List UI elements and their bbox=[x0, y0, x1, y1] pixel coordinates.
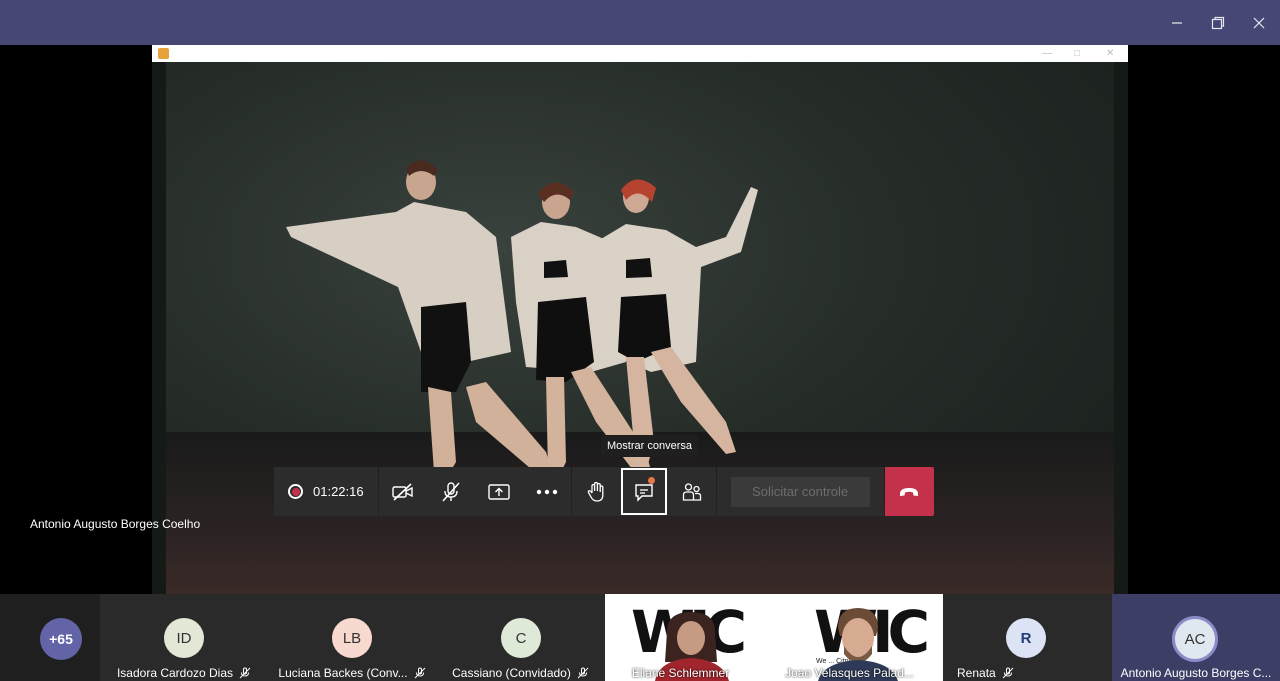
raise-hand-button[interactable] bbox=[572, 467, 620, 516]
chat-tooltip: Mostrar conversa bbox=[601, 435, 698, 457]
show-conversation-button[interactable] bbox=[620, 467, 668, 516]
participant-name: Isadora Cardozo Dias bbox=[100, 666, 268, 680]
control-request-segment: Solicitar controle bbox=[716, 467, 884, 516]
shared-window-titlebar: — □ ✕ bbox=[152, 45, 1128, 62]
recording-segment: 01:22:16 bbox=[274, 467, 378, 516]
avatar: AC bbox=[1172, 616, 1218, 662]
show-participants-button[interactable] bbox=[668, 467, 716, 516]
shared-maximize-icon: □ bbox=[1074, 48, 1081, 59]
hang-up-icon bbox=[900, 487, 919, 496]
more-actions-button[interactable] bbox=[523, 467, 571, 516]
participant-strip: +65 ID Isadora Cardozo Dias LB Luciana B… bbox=[0, 594, 1280, 681]
participant-name: Luciana Backes (Conv... bbox=[268, 666, 436, 680]
recording-indicator: 01:22:16 bbox=[274, 484, 378, 499]
camera-toggle-button[interactable] bbox=[379, 467, 427, 516]
participants-icon bbox=[682, 482, 701, 501]
avatar: ID bbox=[164, 618, 204, 658]
hang-up-button[interactable] bbox=[884, 467, 934, 516]
media-controls bbox=[378, 467, 571, 516]
shared-minimize-icon: — bbox=[1042, 48, 1052, 59]
participant-tile[interactable]: ID Isadora Cardozo Dias bbox=[100, 594, 268, 681]
mic-off-icon bbox=[1002, 667, 1014, 679]
participant-video-tile[interactable]: WIC Eliane Schlemmer bbox=[605, 594, 774, 681]
mic-off-icon bbox=[414, 667, 425, 679]
avatar: R bbox=[1006, 618, 1046, 658]
mic-off-icon bbox=[239, 667, 251, 679]
mic-off-icon bbox=[735, 667, 747, 679]
minimize-icon[interactable] bbox=[1162, 8, 1192, 38]
video-off-icon bbox=[391, 482, 413, 501]
participant-tile[interactable]: LB Luciana Backes (Conv... bbox=[268, 594, 436, 681]
share-screen-icon bbox=[487, 483, 510, 500]
avatar: LB bbox=[332, 618, 372, 658]
meeting-controls bbox=[571, 467, 716, 516]
mic-off-icon bbox=[442, 481, 460, 502]
call-controls: 01:22:16 Solicitar controle bbox=[274, 467, 934, 516]
chat-icon bbox=[634, 483, 653, 502]
recording-icon bbox=[288, 484, 303, 499]
close-icon[interactable] bbox=[1244, 8, 1274, 38]
participant-name: Eliane Schlemmer bbox=[605, 666, 774, 680]
participant-tile-self[interactable]: AC Antonio Augusto Borges C... bbox=[1112, 594, 1280, 681]
request-control-button[interactable]: Solicitar controle bbox=[730, 476, 870, 507]
presenter-name: Antonio Augusto Borges Coelho bbox=[30, 517, 201, 531]
participant-tile[interactable]: C Cassiano (Convidado) bbox=[436, 594, 605, 681]
shared-close-icon: ✕ bbox=[1106, 48, 1115, 59]
avatar: C bbox=[501, 618, 541, 658]
mic-off-icon bbox=[577, 667, 589, 679]
participant-tile[interactable]: R Renata bbox=[943, 594, 1112, 681]
mic-toggle-button[interactable] bbox=[427, 467, 475, 516]
participant-name: Renata bbox=[943, 666, 1112, 680]
chat-notification-dot bbox=[647, 477, 655, 484]
participant-video-tile[interactable]: WIC We ... Citricity Joao Velasques Pala… bbox=[774, 594, 943, 681]
participant-name: Cassiano (Convidado) bbox=[436, 666, 605, 680]
participant-name: Joao Velasques Palad... bbox=[774, 666, 943, 680]
overflow-participants-badge[interactable]: +65 bbox=[40, 618, 82, 660]
more-icon bbox=[536, 489, 557, 494]
app-icon bbox=[158, 48, 169, 59]
teams-titlebar bbox=[0, 0, 1280, 45]
participant-name: Antonio Augusto Borges C... bbox=[1120, 666, 1272, 680]
mic-off-icon bbox=[920, 667, 932, 679]
raise-hand-icon bbox=[587, 481, 604, 502]
share-screen-button[interactable] bbox=[475, 467, 523, 516]
call-timer: 01:22:16 bbox=[313, 484, 364, 499]
restore-icon[interactable] bbox=[1203, 8, 1233, 38]
